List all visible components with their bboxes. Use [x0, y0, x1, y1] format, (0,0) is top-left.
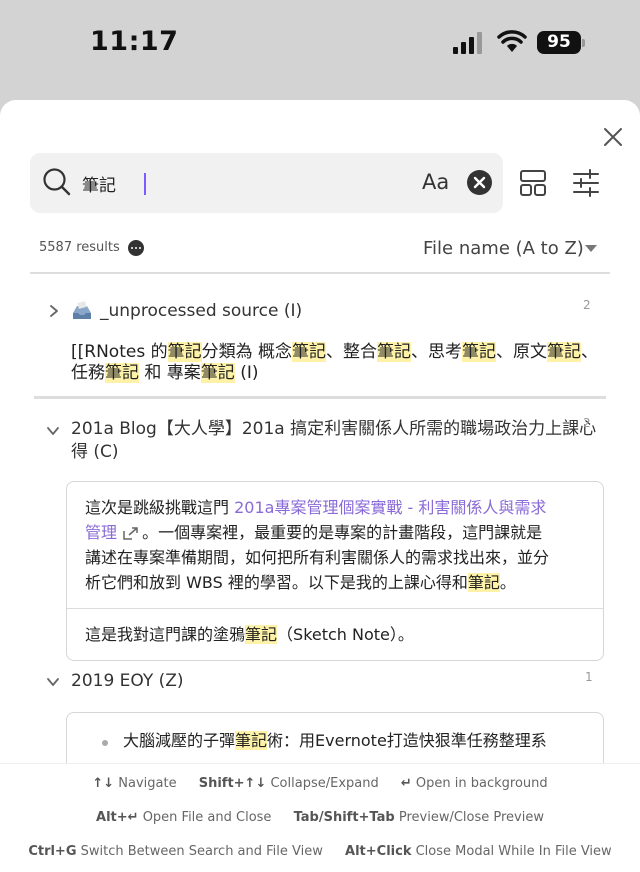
text: 這次是跳級挑戰這門 — [85, 498, 235, 517]
wifi-icon — [497, 30, 527, 52]
match-block[interactable]: 這次是跳級挑戰這門 201a專案管理個案實戰 - 利害關係人與需求 管理 。一個… — [67, 482, 603, 608]
text: 、原文 — [496, 342, 547, 362]
hint-key: Alt+Click — [345, 844, 412, 859]
search-bar: Aa — [30, 153, 503, 213]
highlight: 筆記 — [467, 573, 500, 592]
cellular-signal-icon — [453, 32, 482, 54]
group-title-line: 得 (C) — [71, 442, 119, 462]
match-block[interactable]: 這是我對這門課的塗鴉筆記（Sketch Note）。 — [67, 608, 603, 660]
text: 、 — [581, 342, 598, 362]
match-count: 2 — [583, 298, 591, 312]
text: 講述在專案準備期間，如何把所有利害關係人的需求找出來，並分 — [85, 548, 550, 567]
bullet — [102, 740, 108, 746]
text: (I) — [234, 363, 259, 383]
text: 、整合 — [326, 342, 377, 362]
match-count: 2 — [583, 416, 591, 430]
status-time: 11:17 — [90, 26, 179, 57]
highlight: 筆記 — [292, 342, 326, 362]
text: 。一個專案裡，最重要的是專案的計畫階段，這門課就是 — [142, 523, 543, 542]
hint-key: ↑↓ — [92, 776, 115, 791]
battery-indicator: 95 — [537, 31, 581, 54]
close-icon[interactable] — [600, 124, 626, 150]
group-title[interactable]: 201a Blog【大人學】201a 搞定利害關係人所需的職場政治力上課心 得 … — [71, 418, 596, 464]
hint-row: Ctrl+G Switch Between Search and File Vi… — [0, 844, 640, 859]
highlight: 筆記 — [377, 342, 411, 362]
group-separator — [34, 396, 606, 399]
group-title[interactable]: _unprocessed source (I) — [100, 300, 302, 323]
external-link-icon[interactable] — [122, 525, 142, 541]
match-count: 1 — [585, 670, 593, 684]
highlight: 筆記 — [245, 625, 278, 644]
search-icon — [43, 168, 71, 196]
layout-icon[interactable] — [518, 168, 548, 198]
group-title[interactable]: 2019 EOY (Z) — [71, 670, 184, 693]
internal-link[interactable]: 201a專案管理個案實戰 - 利害關係人與需求 — [234, 498, 546, 517]
text: 析它們和放到 WBS 裡的學習。以下是我的上課心得和 — [85, 573, 468, 592]
highlight: 筆記 — [235, 731, 268, 750]
hint-desc: Switch Between Search and File View — [80, 844, 323, 859]
more-options-icon[interactable] — [128, 240, 144, 256]
text: 和 專案 — [139, 363, 201, 383]
match-case-toggle[interactable]: Aa — [422, 170, 449, 194]
clear-search-icon[interactable] — [467, 170, 492, 195]
highlight: 筆記 — [462, 342, 496, 362]
hint-desc: Close Modal While In File View — [415, 844, 612, 859]
text: 、思考 — [411, 342, 462, 362]
text: 術：用Evernote打造快狠準任務整理系 — [267, 731, 547, 750]
filter-settings-icon[interactable] — [571, 168, 601, 198]
chevron-down-icon[interactable] — [585, 245, 597, 252]
text-caret — [144, 173, 146, 195]
hint-desc: Navigate — [118, 776, 177, 791]
hint-key: Ctrl+G — [28, 844, 77, 859]
match-card: 這次是跳級挑戰這門 201a專案管理個案實戰 - 利害關係人與需求 管理 。一個… — [66, 481, 604, 661]
text: 分類為 概念 — [201, 342, 292, 362]
text: 。 — [499, 573, 516, 592]
status-bar: 11:17 95 — [0, 0, 640, 90]
search-input[interactable] — [82, 169, 402, 197]
group-title-suffix: (I) — [278, 301, 303, 321]
highlight: 筆記 — [200, 363, 235, 383]
hint-desc: Open File and Close — [142, 810, 272, 825]
hint-desc: Open in background — [415, 776, 548, 791]
battery-tip — [582, 39, 585, 47]
hint-key: Alt+↵ — [96, 810, 139, 825]
chevron-down-icon[interactable] — [46, 675, 60, 689]
highlight: 筆記 — [167, 342, 202, 362]
hint-desc: Collapse/Expand — [270, 776, 379, 791]
highlight: 筆記 — [105, 363, 139, 383]
keyboard-hints-footer: ↑↓ Navigate Shift+↑↓ Collapse/Expand ↵ O… — [0, 763, 640, 872]
hint-key: Shift+↑↓ — [198, 776, 267, 791]
search-modal: Aa 5587 results File name (A to Z) _unpr… — [0, 100, 640, 872]
text: [[RNotes 的 — [71, 342, 168, 362]
match-line[interactable]: [[RNotes 的筆記分類為 概念筆記、整合筆記、思考筆記、原文筆記、 — [71, 341, 598, 363]
internal-link[interactable]: 管理 — [85, 523, 117, 542]
hint-key: Tab/Shift+Tab — [293, 810, 395, 825]
chevron-right-icon[interactable] — [47, 304, 61, 318]
results-count: 5587 results — [39, 240, 120, 255]
match-text: 大腦減壓的子彈筆記術：用Evernote打造快狠準任務整理系 — [123, 727, 547, 751]
group-title-line: 201a Blog【大人學】201a 搞定利害關係人所需的職場政治力上課心 — [71, 419, 597, 439]
hint-row: Alt+↵ Open File and Close Tab/Shift+Tab … — [0, 810, 640, 825]
text: （Sketch Note）。 — [277, 625, 414, 644]
chevron-down-icon[interactable] — [46, 424, 60, 438]
divider — [30, 272, 610, 274]
hint-desc: Preview/Close Preview — [398, 810, 544, 825]
hint-key: ↵ — [400, 776, 412, 791]
hint-row: ↑↓ Navigate Shift+↑↓ Collapse/Expand ↵ O… — [0, 776, 640, 791]
group-title-text: _unprocessed source — [100, 301, 279, 321]
highlight: 筆記 — [547, 342, 581, 362]
inbox-tray-icon — [73, 301, 91, 319]
match-line[interactable]: 任務筆記 和 專案筆記 (I) — [71, 362, 259, 384]
text: 大腦減壓的子彈 — [123, 731, 236, 750]
text: 這是我對這門課的塗鴉 — [85, 625, 246, 644]
text: 任務 — [71, 363, 105, 383]
sort-dropdown[interactable]: File name (A to Z) — [423, 238, 584, 259]
